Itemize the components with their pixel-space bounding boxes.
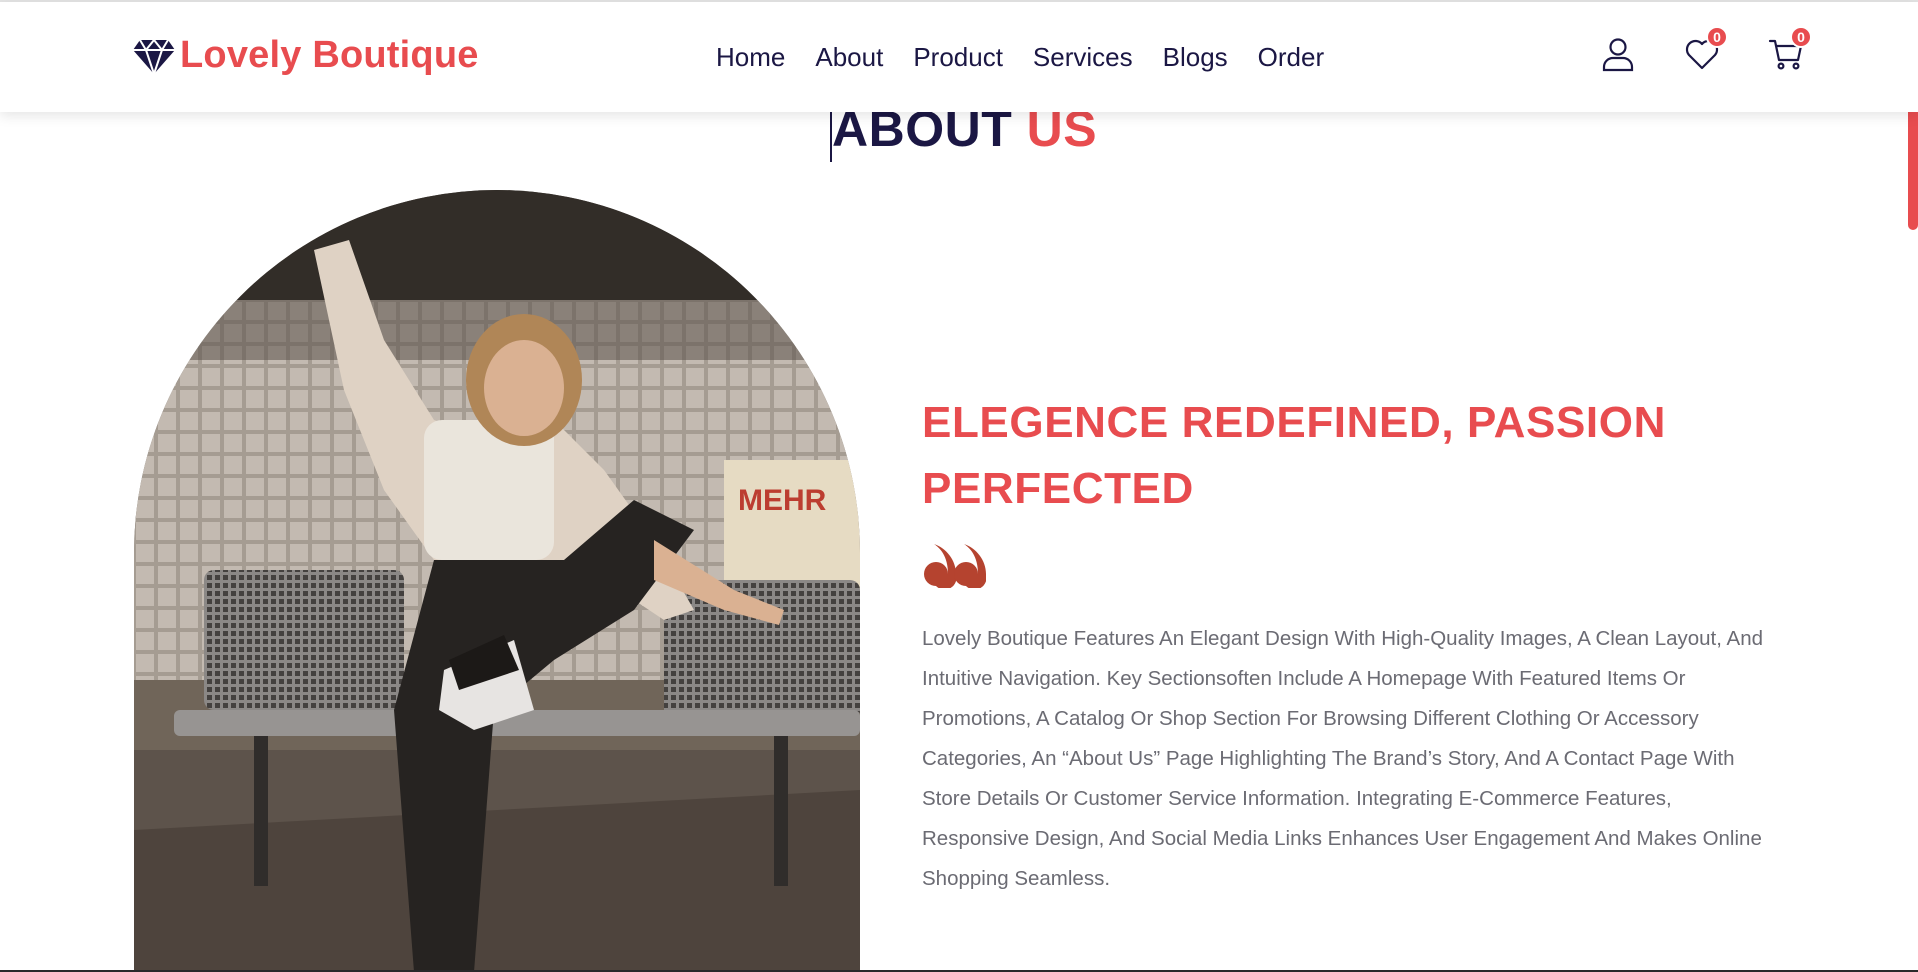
about-tagline: ELEGENCE REDEFINED, PASSION PERFECTED (922, 398, 1666, 513)
wishlist-button[interactable]: 0 (1684, 26, 1728, 76)
user-icon (1602, 38, 1634, 72)
main-nav: Home About Product Services Blogs Order (716, 42, 1354, 73)
about-photo: MEHR (134, 190, 860, 972)
nav-product[interactable]: Product (913, 42, 1003, 73)
nav-about[interactable]: About (815, 42, 883, 73)
photo-illustration: MEHR (134, 190, 860, 972)
diamond-icon (133, 37, 175, 76)
about-content: ELEGENCE REDEFINED, PASSION PERFECTED Lo… (922, 390, 1782, 899)
brand-name: Lovely Boutique (180, 34, 479, 76)
nav-order[interactable]: Order (1258, 42, 1324, 73)
nav-home[interactable]: Home (716, 42, 785, 73)
cart-count-badge: 0 (1790, 26, 1812, 48)
brand-logo[interactable]: Lovely Boutique (132, 34, 479, 77)
header-actions: 0 0 (1600, 26, 1832, 76)
quote-icon (924, 544, 987, 590)
about-description: Lovely Boutique Features An Elegant Desi… (922, 627, 1763, 890)
account-button[interactable] (1600, 36, 1640, 76)
navbar: Lovely Boutique Home About Product Servi… (0, 2, 1918, 112)
wishlist-count-badge: 0 (1706, 26, 1728, 48)
cart-button[interactable]: 0 (1768, 26, 1812, 76)
nav-services[interactable]: Services (1033, 42, 1133, 73)
nav-blogs[interactable]: Blogs (1163, 42, 1228, 73)
